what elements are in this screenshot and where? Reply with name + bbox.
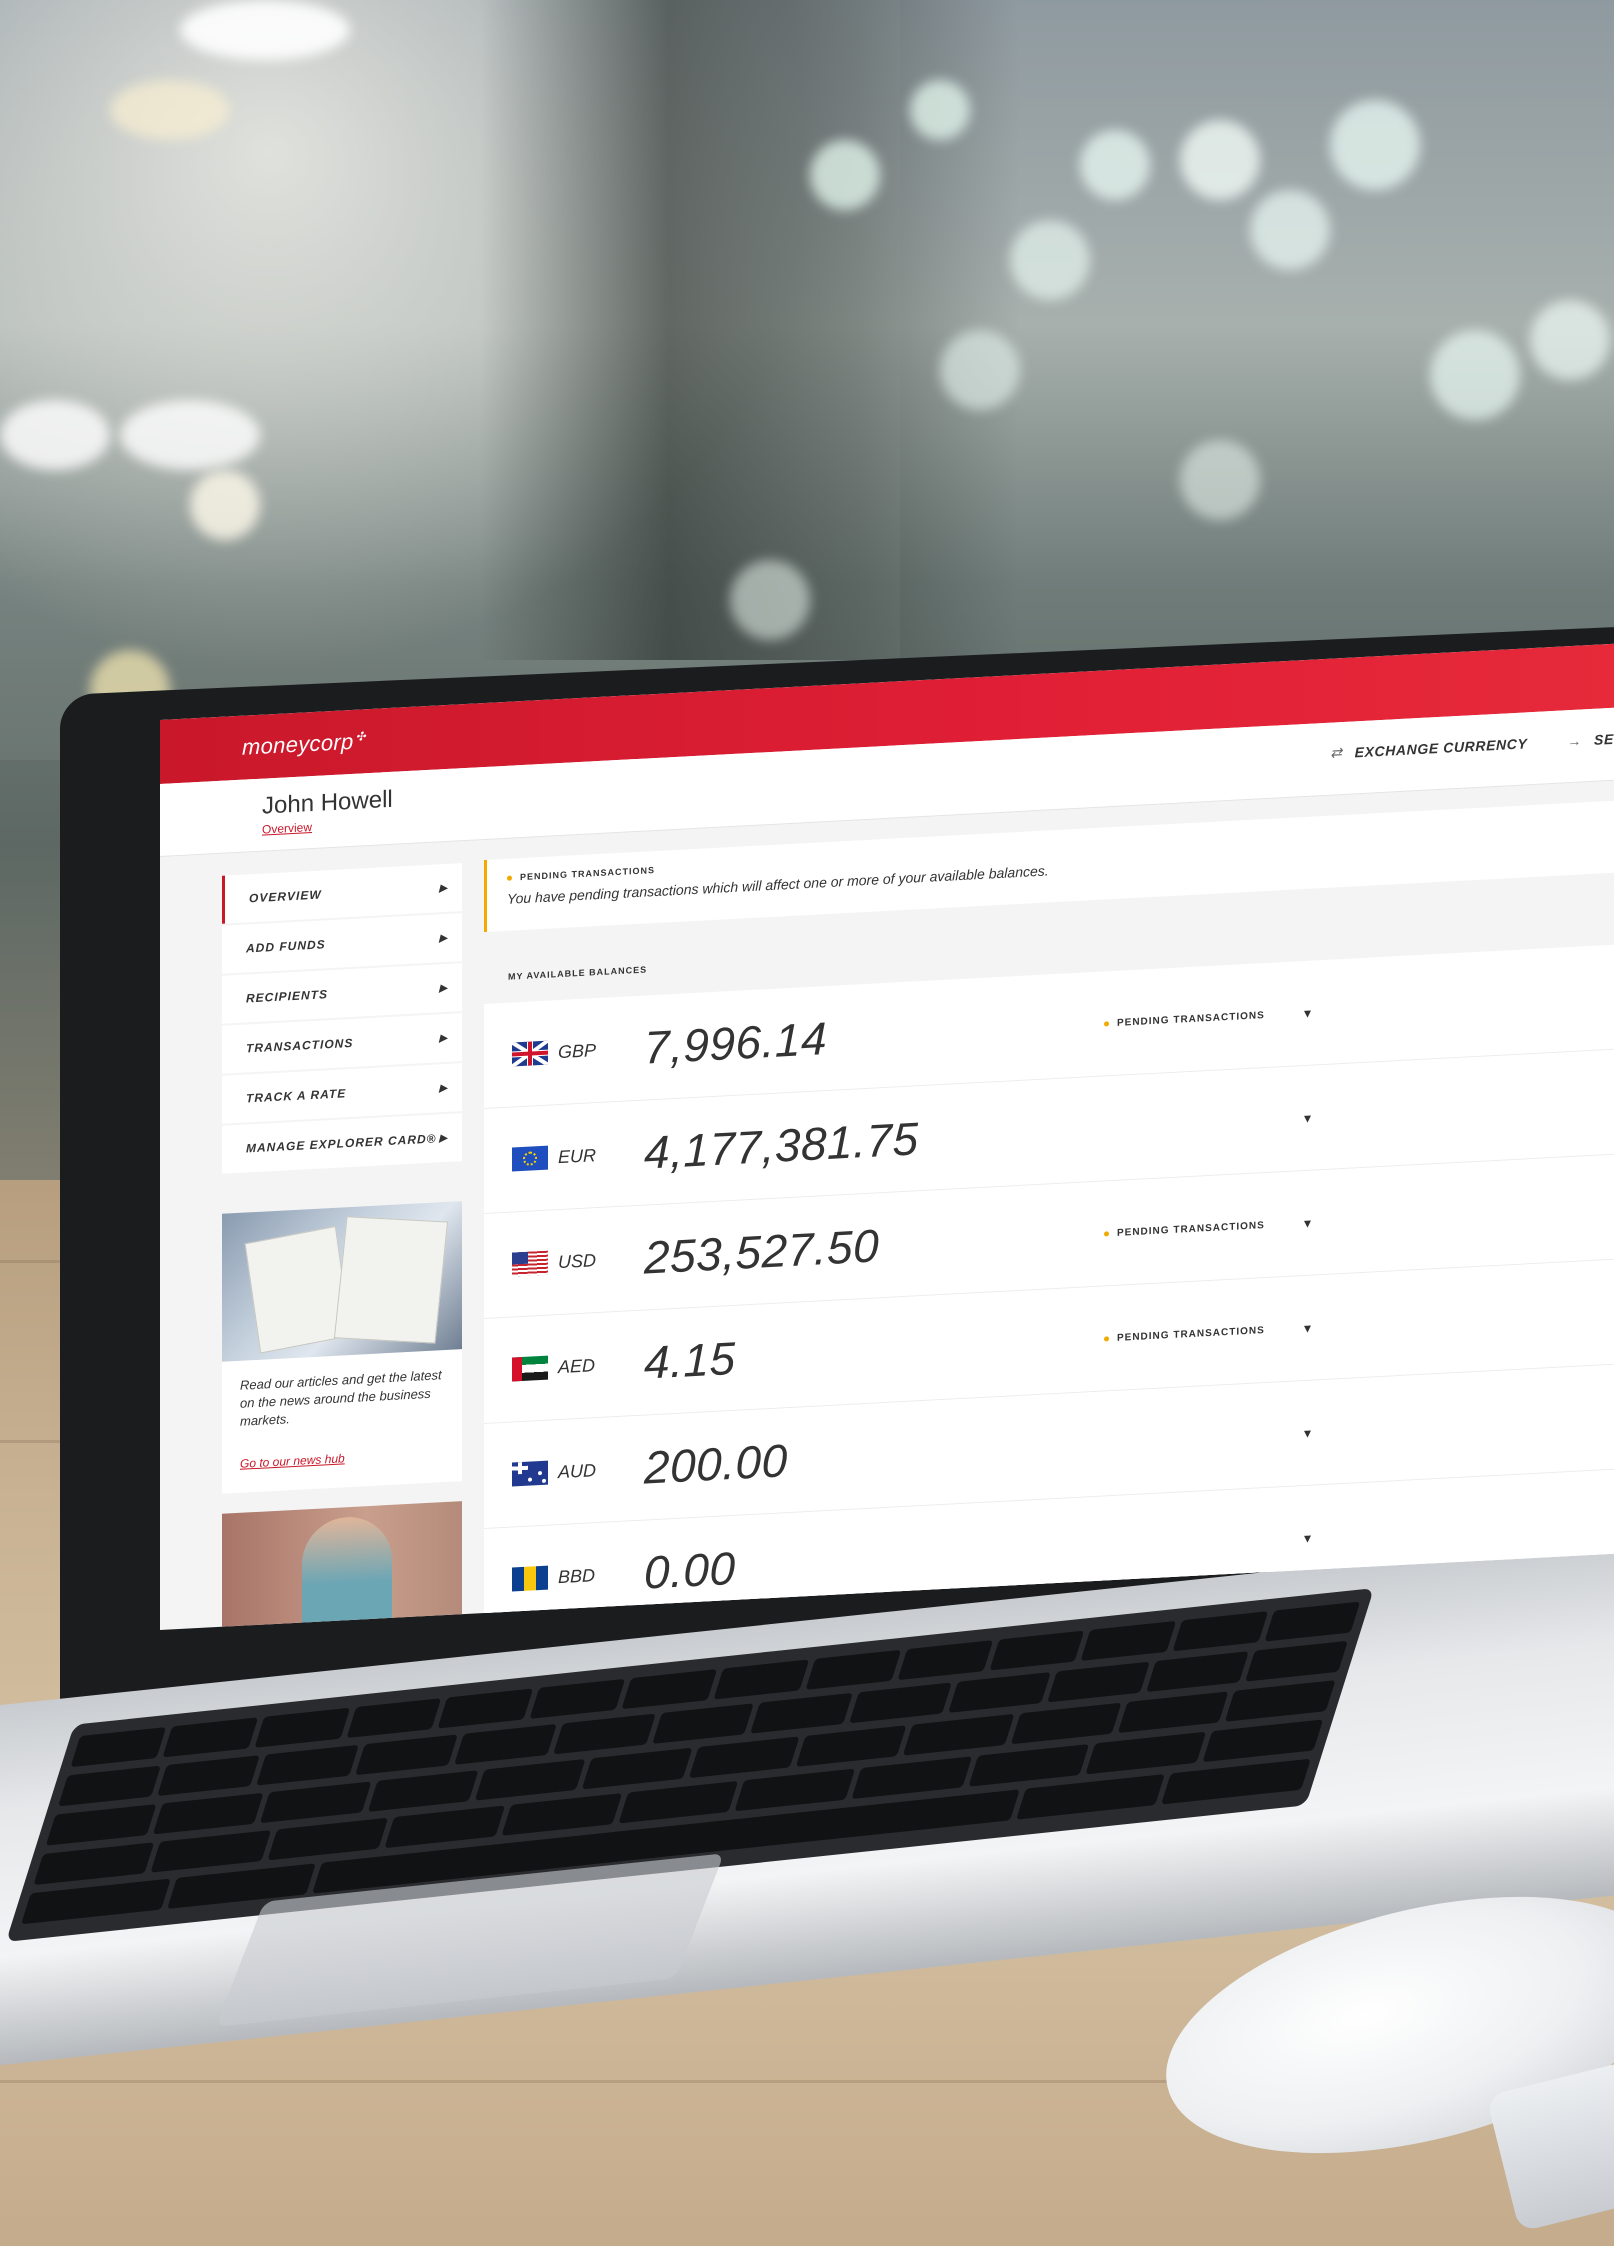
usd-flag-icon bbox=[512, 1250, 548, 1277]
exchange-currency-label: EXCHANGE CURRENCY bbox=[1354, 734, 1528, 760]
bokeh-light bbox=[0, 400, 110, 470]
sidebar-item-label: RECIPIENTS bbox=[246, 987, 329, 1006]
chevron-right-icon: ▶ bbox=[439, 1032, 448, 1044]
pending-badge-label: PENDING TRANSACTIONS bbox=[1117, 1219, 1265, 1239]
bokeh-light bbox=[180, 0, 350, 60]
user-name: John Howell bbox=[262, 785, 393, 820]
bokeh-light bbox=[730, 560, 810, 640]
chevron-right-icon: ▶ bbox=[439, 882, 448, 894]
bokeh-light bbox=[120, 400, 260, 470]
bokeh-light bbox=[1010, 220, 1090, 300]
sidebar: OVERVIEW ▶ ADD FUNDS ▶ RECIPIENTS ▶ TRAN… bbox=[160, 841, 462, 1630]
sidebar-item-label: ADD FUNDS bbox=[246, 937, 326, 956]
currency-code: BBD bbox=[558, 1564, 596, 1587]
balance-amount: 200.00 bbox=[644, 1434, 788, 1494]
currency-code: AUD bbox=[558, 1459, 597, 1482]
currency-code: EUR bbox=[558, 1144, 597, 1167]
send-label: SEND A bbox=[1594, 728, 1614, 748]
bokeh-light bbox=[1330, 100, 1420, 190]
pending-badge-label: PENDING TRANSACTIONS bbox=[1117, 1324, 1265, 1344]
eur-flag-icon bbox=[512, 1145, 548, 1172]
news-promo-card: Read our articles and get the latest on … bbox=[222, 1201, 462, 1494]
newspaper-page bbox=[333, 1216, 449, 1344]
bokeh-light bbox=[910, 80, 970, 140]
balance-amount: 7,996.14 bbox=[644, 1012, 828, 1074]
bokeh-light bbox=[810, 140, 880, 210]
bokeh-light bbox=[110, 80, 230, 140]
currency-code: AED bbox=[558, 1354, 596, 1377]
sidebar-item-label: OVERVIEW bbox=[249, 887, 322, 906]
pending-dot-icon bbox=[1104, 1230, 1109, 1237]
chevron-right-icon: ▶ bbox=[439, 1132, 448, 1144]
bokeh-light bbox=[1180, 440, 1260, 520]
balance-amount: 4.15 bbox=[644, 1331, 736, 1389]
pending-badge: PENDING TRANSACTIONS bbox=[1104, 1220, 1265, 1239]
bokeh-light bbox=[940, 330, 1020, 410]
chevron-down-icon[interactable]: ▾ bbox=[1304, 1109, 1311, 1126]
arrow-right-icon: → bbox=[1567, 731, 1583, 749]
aud-flag-icon bbox=[512, 1460, 548, 1487]
balance-amount: 0.00 bbox=[644, 1541, 736, 1599]
currency-code: GBP bbox=[558, 1039, 597, 1062]
laptop-screen: moneycorp ✣ John Howell Overview ⇄ EXCHAN… bbox=[160, 643, 1614, 1630]
chevron-down-icon[interactable]: ▾ bbox=[1304, 1214, 1311, 1231]
pending-notice-title-text: PENDING TRANSACTIONS bbox=[520, 865, 656, 883]
pending-badge: PENDING TRANSACTIONS bbox=[1104, 1010, 1265, 1029]
bokeh-light bbox=[1250, 190, 1330, 270]
balance-amount: 253,527.50 bbox=[644, 1219, 880, 1284]
newspaper-image bbox=[222, 1201, 462, 1362]
person-image bbox=[302, 1514, 392, 1630]
sidebar-item-label: TRANSACTIONS bbox=[246, 1035, 354, 1056]
chevron-right-icon: ▶ bbox=[439, 982, 448, 994]
send-button[interactable]: → SEND A bbox=[1567, 728, 1614, 749]
exchange-currency-button[interactable]: ⇄ EXCHANGE CURRENCY bbox=[1330, 734, 1527, 761]
currency-code: USD bbox=[558, 1249, 597, 1272]
pending-badge-label: PENDING TRANSACTIONS bbox=[1117, 1009, 1265, 1029]
promo-text: Read our articles and get the latest on … bbox=[240, 1367, 442, 1429]
pending-dot-icon bbox=[507, 875, 512, 881]
chevron-down-icon[interactable]: ▾ bbox=[1304, 1004, 1311, 1021]
chevron-right-icon: ▶ bbox=[439, 932, 448, 944]
sidebar-item-manage-explorer-card[interactable]: MANAGE EXPLORER CARD® ▶ bbox=[222, 1113, 462, 1174]
exchange-icon: ⇄ bbox=[1330, 744, 1343, 761]
bbd-flag-icon bbox=[512, 1565, 548, 1592]
promo-photo-card bbox=[222, 1501, 462, 1630]
content-area: OVERVIEW ▶ ADD FUNDS ▶ RECIPIENTS ▶ TRAN… bbox=[160, 780, 1614, 1630]
user-block: John Howell Overview bbox=[262, 786, 393, 837]
photo-scene: moneycorp ✣ John Howell Overview ⇄ EXCHAN… bbox=[0, 0, 1614, 2246]
pending-badge: PENDING TRANSACTIONS bbox=[1104, 1325, 1265, 1344]
moneycorp-logo[interactable]: moneycorp ✣ bbox=[242, 728, 366, 760]
gbp-flag-icon bbox=[512, 1040, 548, 1067]
bokeh-light bbox=[1180, 120, 1260, 200]
chevron-down-icon[interactable]: ▾ bbox=[1304, 1319, 1311, 1336]
balances-panel: MY AVAILABLE BALANCES GBP 7,996.14 PENDI… bbox=[484, 889, 1614, 1630]
sidebar-item-label: TRACK A RATE bbox=[246, 1086, 347, 1106]
main-panel: PENDING TRANSACTIONS You have pending tr… bbox=[462, 777, 1614, 1630]
chevron-down-icon[interactable]: ▾ bbox=[1304, 1529, 1311, 1546]
bokeh-light bbox=[190, 470, 260, 540]
bokeh-light bbox=[1530, 300, 1610, 380]
header-actions: ⇄ EXCHANGE CURRENCY → SEND A bbox=[1330, 728, 1614, 762]
aed-flag-icon bbox=[512, 1355, 548, 1382]
bokeh-light bbox=[1080, 130, 1150, 200]
pending-dot-icon bbox=[1104, 1020, 1109, 1027]
pending-dot-icon bbox=[1104, 1335, 1109, 1342]
chevron-down-icon[interactable]: ▾ bbox=[1304, 1424, 1311, 1441]
sidebar-item-label: MANAGE EXPLORER CARD® bbox=[246, 1131, 437, 1156]
bokeh-light bbox=[1430, 330, 1520, 420]
chevron-right-icon: ▶ bbox=[439, 1082, 448, 1094]
balance-amount: 4,177,381.75 bbox=[644, 1112, 919, 1179]
logo-mark-icon: ✣ bbox=[355, 728, 366, 744]
